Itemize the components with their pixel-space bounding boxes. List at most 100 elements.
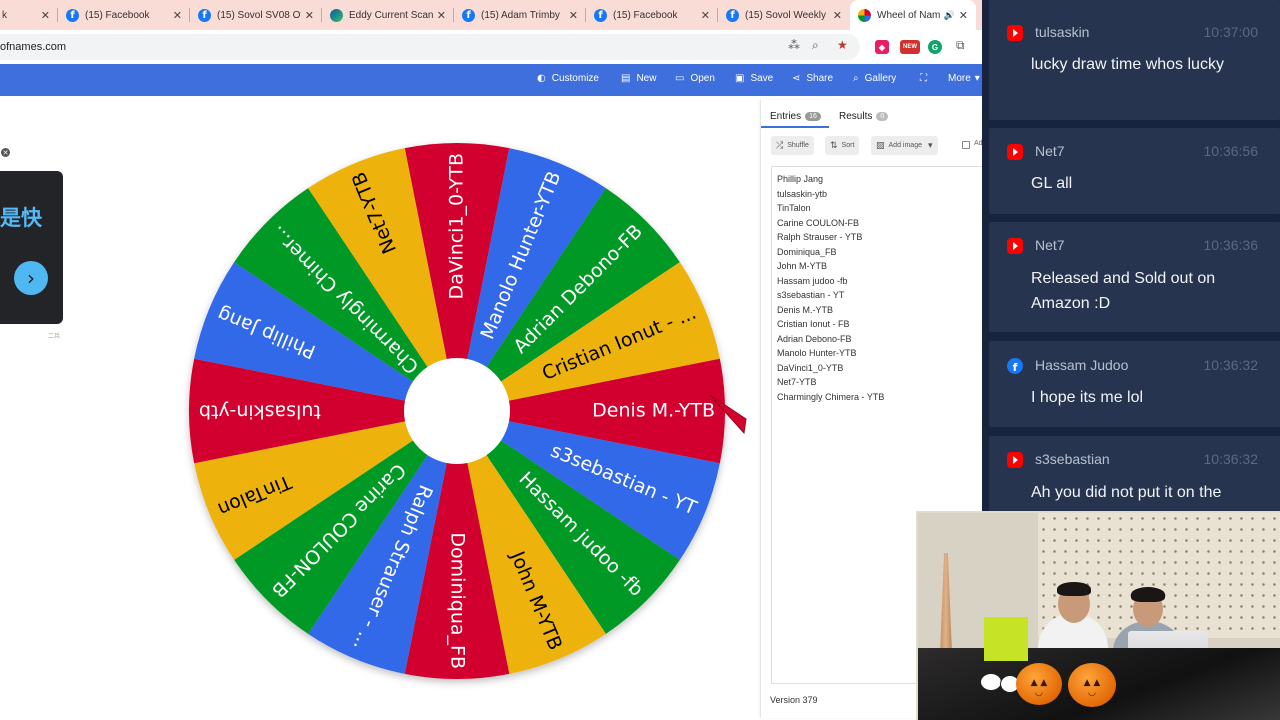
entry-line: Phillip Jang <box>777 174 824 184</box>
entry-line: John M-YTB <box>777 261 828 271</box>
promo-text: 是快 <box>0 206 42 230</box>
fullscreen-button[interactable]: ⛶ <box>920 73 933 84</box>
entry-line: Manolo Hunter-YTB <box>777 348 857 358</box>
share-button[interactable]: ⋖ Share <box>792 73 833 84</box>
chat-message: Net7 10:36:36 Released and Sold out on A… <box>989 222 1280 332</box>
version-label: Version 379 <box>770 695 818 705</box>
chat-username: Net7 <box>1035 237 1065 253</box>
wheel-of-names[interactable]: DaVinci1_0-YTB Manolo Hunter-YTBAdrian De… <box>180 135 750 695</box>
browser-tab[interactable]: f (15) Sovol Weekly ✕ <box>718 0 850 30</box>
entry-line: DaVinci1_0-YTB <box>777 362 844 373</box>
extension-new-badge[interactable]: NEW <box>900 40 920 54</box>
chat-username: Hassam Judoo <box>1035 357 1129 373</box>
close-icon[interactable]: ✕ <box>701 9 710 22</box>
entries-toolbar: ⤮ Shuffle ⇅ Sort ▨ Add image ▾ Adva <box>771 136 990 156</box>
sort-button[interactable]: ⇅ Sort <box>825 136 860 155</box>
browser-tab[interactable]: f (15) Facebook ✕ <box>58 0 190 30</box>
omnibox[interactable] <box>0 34 860 60</box>
customize-button[interactable]: ◐ Customize <box>537 73 599 84</box>
close-icon[interactable]: ✕ <box>437 9 446 22</box>
chat-timestamp: 10:36:32 <box>1203 357 1259 373</box>
open-button[interactable]: ▭ Open <box>675 73 715 84</box>
tab-title: (15) Adam Trimby <box>481 9 560 21</box>
add-image-button[interactable]: ▨ Add image ▾ <box>871 136 938 155</box>
browser-tab-active[interactable]: Wheel of Nam 🔊 ✕ <box>850 0 976 30</box>
speaker-icon[interactable]: 🔊 <box>944 10 955 21</box>
customize-label: Customize <box>551 73 599 84</box>
results-count-badge: 0 <box>876 112 889 121</box>
close-icon[interactable]: ✕ <box>305 9 314 22</box>
translate-icon[interactable]: ⁂ <box>788 38 800 52</box>
wheel-segment-label: DaVinci1_0-YTB <box>446 153 468 299</box>
browser-tab[interactable]: f (15) Adam Trimby ✕ <box>454 0 586 30</box>
new-button[interactable]: ▤ New <box>621 73 656 84</box>
chat-timestamp: 10:36:56 <box>1203 143 1259 159</box>
image-icon: ▨ <box>876 140 885 151</box>
close-icon[interactable]: ✕ <box>959 9 968 22</box>
entries-tab-label: Entries <box>770 111 802 122</box>
chat-username: s3sebastian <box>1035 451 1110 467</box>
shuffle-label: Shuffle <box>787 142 809 149</box>
results-tab-label: Results <box>839 111 873 122</box>
tab-entries[interactable]: Entries 16 <box>770 111 821 122</box>
facebook-icon: f <box>726 8 739 22</box>
active-tab-underline <box>761 126 829 128</box>
chat-text: Released and Sold out on Amazon :D <box>1031 270 1216 312</box>
file-icon: ▤ <box>621 73 631 84</box>
entry-line: Hassam judoo -fb <box>777 275 848 286</box>
add-image-label: Add image <box>888 142 922 149</box>
close-icon[interactable]: ✕ <box>833 9 842 22</box>
browser-tab[interactable]: f (15) Sovol SV08 Of ✕ <box>190 0 322 30</box>
browser-tab[interactable]: Eddy Current Scan ✕ <box>322 0 454 30</box>
url-text[interactable]: ofnames.com <box>0 41 66 53</box>
open-label: Open <box>690 73 715 84</box>
chat-timestamp: 10:36:36 <box>1203 237 1259 253</box>
pumpkin: ▲ ▲ ◡ <box>1016 663 1062 705</box>
tab-title: Wheel of Nam <box>877 9 941 21</box>
browser-tab[interactable]: k ✕ <box>0 0 58 30</box>
grammarly-icon[interactable]: G <box>928 40 942 54</box>
advanced-checkbox[interactable] <box>962 141 970 149</box>
close-icon[interactable]: ✕ <box>569 9 578 22</box>
chat-timestamp: 10:36:32 <box>1203 451 1259 467</box>
zoom-icon[interactable]: ⌕ <box>812 38 819 53</box>
floppy-icon: ▣ <box>735 73 745 84</box>
close-icon[interactable]: ✕ <box>173 9 182 22</box>
address-bar-row <box>0 30 982 64</box>
app-toolbar: ◐ Customize ▤ New ▭ Open ▣ Save ⋖ Share … <box>0 64 982 96</box>
youtube-icon <box>1007 144 1023 160</box>
wheel-center-hub[interactable] <box>404 358 510 464</box>
star-icon[interactable]: ★ <box>837 38 848 52</box>
gallery-button[interactable]: ⌕ Gallery <box>853 73 896 84</box>
entry-line: TinTalon <box>777 203 811 213</box>
youtube-icon <box>1007 452 1023 468</box>
shuffle-button[interactable]: ⤮ Shuffle <box>771 136 814 155</box>
chevron-right-icon[interactable]: › <box>14 261 48 295</box>
person-right-hair <box>1131 587 1165 602</box>
person-left-hair <box>1057 582 1091 596</box>
shuffle-icon: ⤮ <box>776 140 784 151</box>
promo-ad[interactable] <box>0 171 63 324</box>
youtube-icon <box>1007 238 1023 254</box>
puzzle-icon[interactable]: ⧉ <box>956 38 965 53</box>
save-button[interactable]: ▣ Save <box>735 73 773 84</box>
entry-line: Cristian Ionut - FB <box>777 319 850 329</box>
entry-line: Carine COULON-FB <box>777 217 860 228</box>
extension-icon[interactable]: ◈ <box>875 40 889 54</box>
facebook-icon: f <box>462 8 475 22</box>
edge-icon <box>330 8 343 22</box>
chat-username: Net7 <box>1035 143 1065 159</box>
tab-results[interactable]: Results 0 <box>839 111 889 122</box>
browser-tab[interactable]: f (15) Facebook ✕ <box>586 0 718 30</box>
more-button[interactable]: More ▾ <box>948 73 986 84</box>
close-ad-icon[interactable]: ✕ <box>1 148 10 157</box>
chat-text: lucky draw time whos lucky <box>1031 56 1224 73</box>
googly-eye <box>980 673 1002 691</box>
close-icon[interactable]: ✕ <box>41 9 50 22</box>
new-label: New <box>636 73 657 84</box>
chat-message: Net7 10:36:56 GL all <box>989 128 1280 214</box>
save-label: Save <box>750 73 774 84</box>
entry-line: Dominiqua_FB <box>777 246 837 257</box>
screen: k ✕ f (15) Facebook ✕ f (15) Sovol SV08 … <box>0 0 1280 720</box>
gallery-label: Gallery <box>864 73 897 84</box>
